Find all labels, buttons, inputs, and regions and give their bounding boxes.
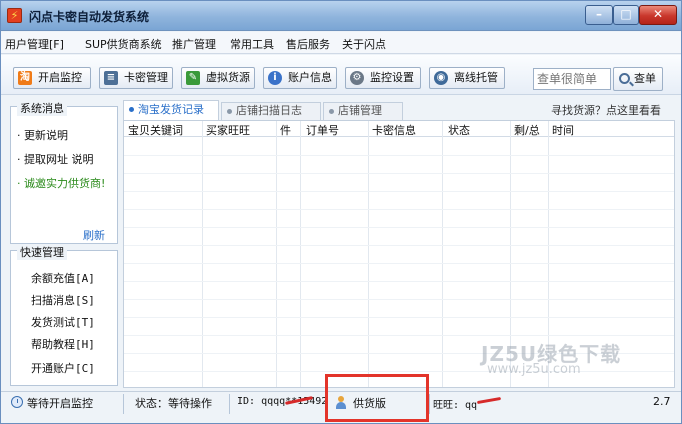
list-icon: ≡ [104, 71, 118, 85]
status-divider [429, 394, 430, 414]
col-keyword[interactable]: 宝贝关键词 [128, 122, 183, 138]
col-status[interactable]: 状态 [448, 122, 470, 138]
col-buyer[interactable]: 买家旺旺 [206, 122, 250, 138]
version-tail: 2.7 [653, 395, 671, 408]
close-button[interactable]: ✕ [639, 5, 677, 25]
menu-about[interactable]: 关于闪点 [342, 36, 386, 52]
start-monitor-label: 开启监控 [38, 71, 82, 84]
site-watermark: JZ5U绿色下载 www.jz5u.com [481, 338, 651, 380]
row-divider [124, 209, 674, 210]
status-divider [229, 394, 230, 414]
title-bar[interactable]: ⚡ 闪点卡密自动发货系统 – □ ✕ [1, 1, 681, 31]
column-divider [276, 121, 277, 387]
tab-dot-icon [227, 109, 232, 114]
card-management-label: 卡密管理 [124, 71, 168, 84]
app-window: ⚡ 闪点卡密自动发货系统 – □ ✕ 用户管理[F] SUP供货商系统 推广管理… [0, 0, 682, 424]
virtual-source-label: 虚拟货源 [206, 71, 250, 84]
row-divider [124, 317, 674, 318]
system-messages-group: 系统消息 · 更新说明 · 提取网址 说明 · 诚邀实力供货商! 刷新 [10, 100, 118, 244]
column-divider [442, 121, 443, 387]
quick-scan-messages[interactable]: 扫描消息[S] [31, 292, 95, 308]
row-divider [124, 191, 674, 192]
menu-user-management[interactable]: 用户管理[F] [5, 36, 64, 52]
row-divider [124, 155, 674, 156]
monitor-status: 等待开启监控 [27, 397, 93, 410]
col-remaining[interactable]: 剩/总 [514, 122, 540, 138]
tab-scan-log-label: 店铺扫描日志 [236, 104, 302, 117]
tab-shop-management-label: 店铺管理 [338, 104, 382, 117]
user-id: ID: qqqq**15492 [237, 396, 328, 407]
quick-management-group: 快速管理 余额充值[A] 扫描消息[S] 发货测试[T] 帮助教程[H] 开通账… [10, 244, 118, 386]
tab-scan-log[interactable]: 店铺扫描日志 [221, 102, 321, 120]
lightning-icon: ⚡ [7, 8, 22, 23]
toolbar: 淘 开启监控 ≡ 卡密管理 ✎ 虚拟货源 i 账户信息 ⚙ 监控设置 ◉ 离线托… [1, 55, 681, 95]
order-search-button[interactable]: 查单 [613, 67, 663, 91]
left-panel: 系统消息 · 更新说明 · 提取网址 说明 · 诚邀实力供货商! 刷新 快速管理… [10, 100, 118, 386]
watermark-url: www.jz5u.com [487, 362, 581, 377]
order-search-input[interactable] [533, 68, 611, 90]
row-divider [124, 281, 674, 282]
edition-highlight-box [325, 374, 429, 422]
column-divider [300, 121, 301, 387]
minimize-button[interactable]: – [585, 5, 613, 25]
order-search-label: 查单 [634, 72, 656, 85]
quick-recharge[interactable]: 余额充值[A] [31, 270, 95, 286]
account-info-button[interactable]: i 账户信息 [263, 67, 337, 89]
menu-after-sales[interactable]: 售后服务 [286, 36, 330, 52]
table-header: 宝贝关键词 买家旺旺 件 订单号 卡密信息 状态 剩/总 时间 [124, 121, 674, 138]
menu-promotion[interactable]: 推广管理 [172, 36, 216, 52]
monitor-settings-label: 监控设置 [370, 71, 414, 84]
operation-status: 状态：等待操作 [135, 397, 212, 410]
wangwang-account: 旺旺: qq [433, 400, 478, 411]
status-divider [123, 394, 124, 414]
host-icon: ◉ [434, 71, 448, 85]
virtual-source-button[interactable]: ✎ 虚拟货源 [181, 67, 255, 89]
tab-dot-icon [329, 109, 334, 114]
row-divider [124, 173, 674, 174]
refresh-link[interactable]: 刷新 [83, 227, 105, 243]
message-extract-url[interactable]: · 提取网址 说明 [17, 151, 94, 167]
column-divider [202, 121, 203, 387]
col-card-info[interactable]: 卡密信息 [372, 122, 416, 138]
tab-strip: 淘宝发货记录 店铺扫描日志 店铺管理 寻找货源？点这里看看 [123, 100, 675, 120]
pen-icon: ✎ [186, 71, 200, 85]
menu-sup-system[interactable]: SUP供货商系统 [85, 36, 162, 52]
system-messages-title: 系统消息 [17, 100, 67, 116]
quick-management-title: 快速管理 [17, 244, 67, 260]
card-management-button[interactable]: ≡ 卡密管理 [99, 67, 173, 89]
quick-help[interactable]: 帮助教程[H] [31, 336, 95, 352]
tab-taobao-records-label: 淘宝发货记录 [138, 103, 204, 116]
row-divider [124, 263, 674, 264]
row-divider [124, 245, 674, 246]
search-icon [619, 73, 630, 84]
row-divider [124, 227, 674, 228]
column-divider [368, 121, 369, 387]
tab-shop-management[interactable]: 店铺管理 [323, 102, 403, 120]
offline-hosting-button[interactable]: ◉ 离线托管 [429, 67, 505, 89]
clock-icon [11, 396, 23, 408]
message-invite-suppliers[interactable]: · 诚邀实力供货商! [17, 175, 105, 191]
window-title: 闪点卡密自动发货系统 [29, 10, 150, 24]
quick-open-account[interactable]: 开通账户[C] [31, 360, 95, 376]
quick-delivery-test[interactable]: 发货测试[T] [31, 314, 95, 330]
col-time[interactable]: 时间 [552, 122, 574, 138]
tab-dot-icon [129, 107, 134, 112]
account-info-label: 账户信息 [288, 71, 332, 84]
col-order-no[interactable]: 订单号 [306, 122, 339, 138]
col-qty[interactable]: 件 [280, 122, 291, 138]
offline-hosting-label: 离线托管 [454, 71, 498, 84]
tab-taobao-records[interactable]: 淘宝发货记录 [123, 100, 219, 120]
taobao-icon: 淘 [18, 71, 32, 85]
start-monitor-button[interactable]: 淘 开启监控 [13, 67, 91, 89]
find-source-link[interactable]: 寻找货源？点这里看看 [551, 102, 661, 118]
row-divider [124, 299, 674, 300]
gear-icon: ⚙ [350, 71, 364, 85]
monitor-settings-button[interactable]: ⚙ 监控设置 [345, 67, 421, 89]
menu-tools[interactable]: 常用工具 [230, 36, 274, 52]
menu-bar: 用户管理[F] SUP供货商系统 推广管理 常用工具 售后服务 关于闪点 [1, 32, 681, 54]
message-update-notes[interactable]: · 更新说明 [17, 127, 68, 143]
info-icon: i [268, 71, 282, 85]
maximize-button[interactable]: □ [613, 5, 639, 25]
row-divider [124, 335, 674, 336]
